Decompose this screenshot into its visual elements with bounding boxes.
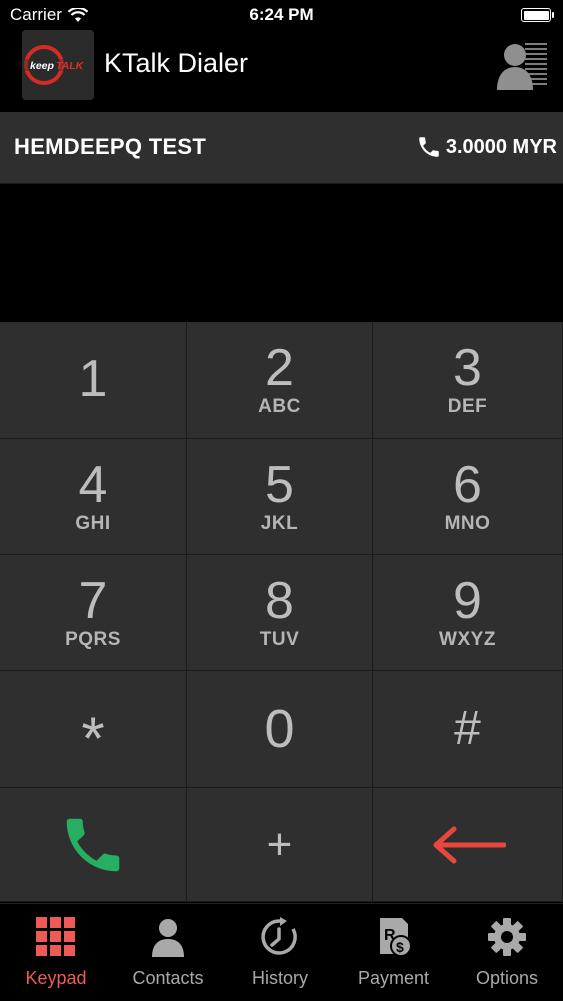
app-logo: keep TALK [22, 30, 94, 100]
tab-keypad[interactable]: Keypad [0, 904, 112, 1001]
key-letters: ABC [258, 396, 301, 417]
key-digit: 1 [78, 350, 108, 408]
tab-label: Keypad [25, 968, 87, 988]
key-digit: 6 [453, 455, 482, 514]
key-digit: # [454, 702, 481, 755]
account-bar: HEMDEEPQ TEST 3.0000 MYR [0, 112, 563, 184]
tab-bar: Keypad Contacts History R $ Payment Opti… [0, 903, 563, 1001]
plus-label: + [266, 819, 293, 869]
phone-icon [419, 137, 439, 157]
battery-icon [521, 8, 554, 22]
tab-label: Payment [357, 968, 430, 988]
key-digit: 2 [265, 339, 294, 397]
contacts-book-icon[interactable] [495, 38, 549, 90]
svg-text:$: $ [396, 939, 404, 955]
key-digit: * [81, 705, 105, 772]
key-digit: 5 [265, 455, 294, 514]
history-icon [258, 914, 302, 960]
key-letters: GHI [75, 512, 111, 534]
account-name: HEMDEEPQ TEST [14, 134, 207, 159]
app-header: keep TALK KTalk Dialer [0, 30, 563, 112]
backspace-button[interactable] [373, 788, 563, 902]
key-letters: PQRS [65, 628, 121, 650]
key-letters: TUV [259, 628, 300, 650]
key-letters: DEF [447, 396, 488, 417]
tab-options[interactable]: Options [451, 904, 563, 1001]
backspace-arrow-icon [433, 826, 506, 863]
key-digit: 0 [264, 699, 295, 759]
key-star[interactable]: * [0, 671, 187, 788]
logo-keep-text: keep [30, 60, 55, 72]
key-9[interactable]: 9 WXYZ [373, 555, 563, 671]
call-button[interactable] [0, 788, 187, 902]
keypad: 1 2 ABC 3 DEF 4 GHI 5 JKL 6 MNO 7 PQRS 8… [0, 322, 563, 902]
key-3[interactable]: 3 DEF [373, 322, 563, 439]
contacts-icon [146, 914, 190, 960]
key-digit: 8 [265, 571, 294, 630]
key-digit: 4 [78, 455, 108, 514]
gear-icon [485, 914, 529, 960]
key-1[interactable]: 1 [0, 322, 187, 439]
logo-talk-text: TALK [56, 60, 85, 72]
tab-contacts[interactable]: Contacts [112, 904, 224, 1001]
tab-payment[interactable]: R $ Payment [336, 904, 451, 1001]
status-bar: Carrier 6:24 PM [0, 0, 563, 30]
key-letters: MNO [444, 512, 491, 534]
key-8[interactable]: 8 TUV [187, 555, 373, 671]
key-2[interactable]: 2 ABC [187, 322, 373, 439]
call-icon [66, 818, 120, 871]
key-0[interactable]: 0 [187, 671, 373, 788]
balance-display: 3.0000 MYR [416, 134, 557, 160]
key-5[interactable]: 5 JKL [187, 439, 373, 555]
key-digit: 3 [453, 339, 482, 397]
status-time: 6:24 PM [249, 5, 314, 24]
tab-label: Contacts [132, 968, 204, 988]
tab-label: Options [475, 968, 539, 988]
key-6[interactable]: 6 MNO [373, 439, 563, 555]
key-4[interactable]: 4 GHI [0, 439, 187, 555]
key-7[interactable]: 7 PQRS [0, 555, 187, 671]
keypad-icon [34, 914, 78, 960]
number-display[interactable] [0, 184, 563, 322]
key-digit: 7 [78, 571, 108, 630]
tab-label: History [251, 968, 308, 988]
app-title: KTalk Dialer [104, 48, 249, 78]
balance-amount: 3.0000 MYR [445, 135, 557, 158]
key-letters: WXYZ [439, 628, 496, 650]
payment-icon: R $ [372, 914, 416, 960]
key-letters: JKL [260, 512, 299, 534]
key-hash[interactable]: # [373, 671, 563, 788]
plus-button[interactable]: + [187, 788, 373, 902]
key-digit: 9 [453, 571, 482, 630]
tab-history[interactable]: History [224, 904, 336, 1001]
